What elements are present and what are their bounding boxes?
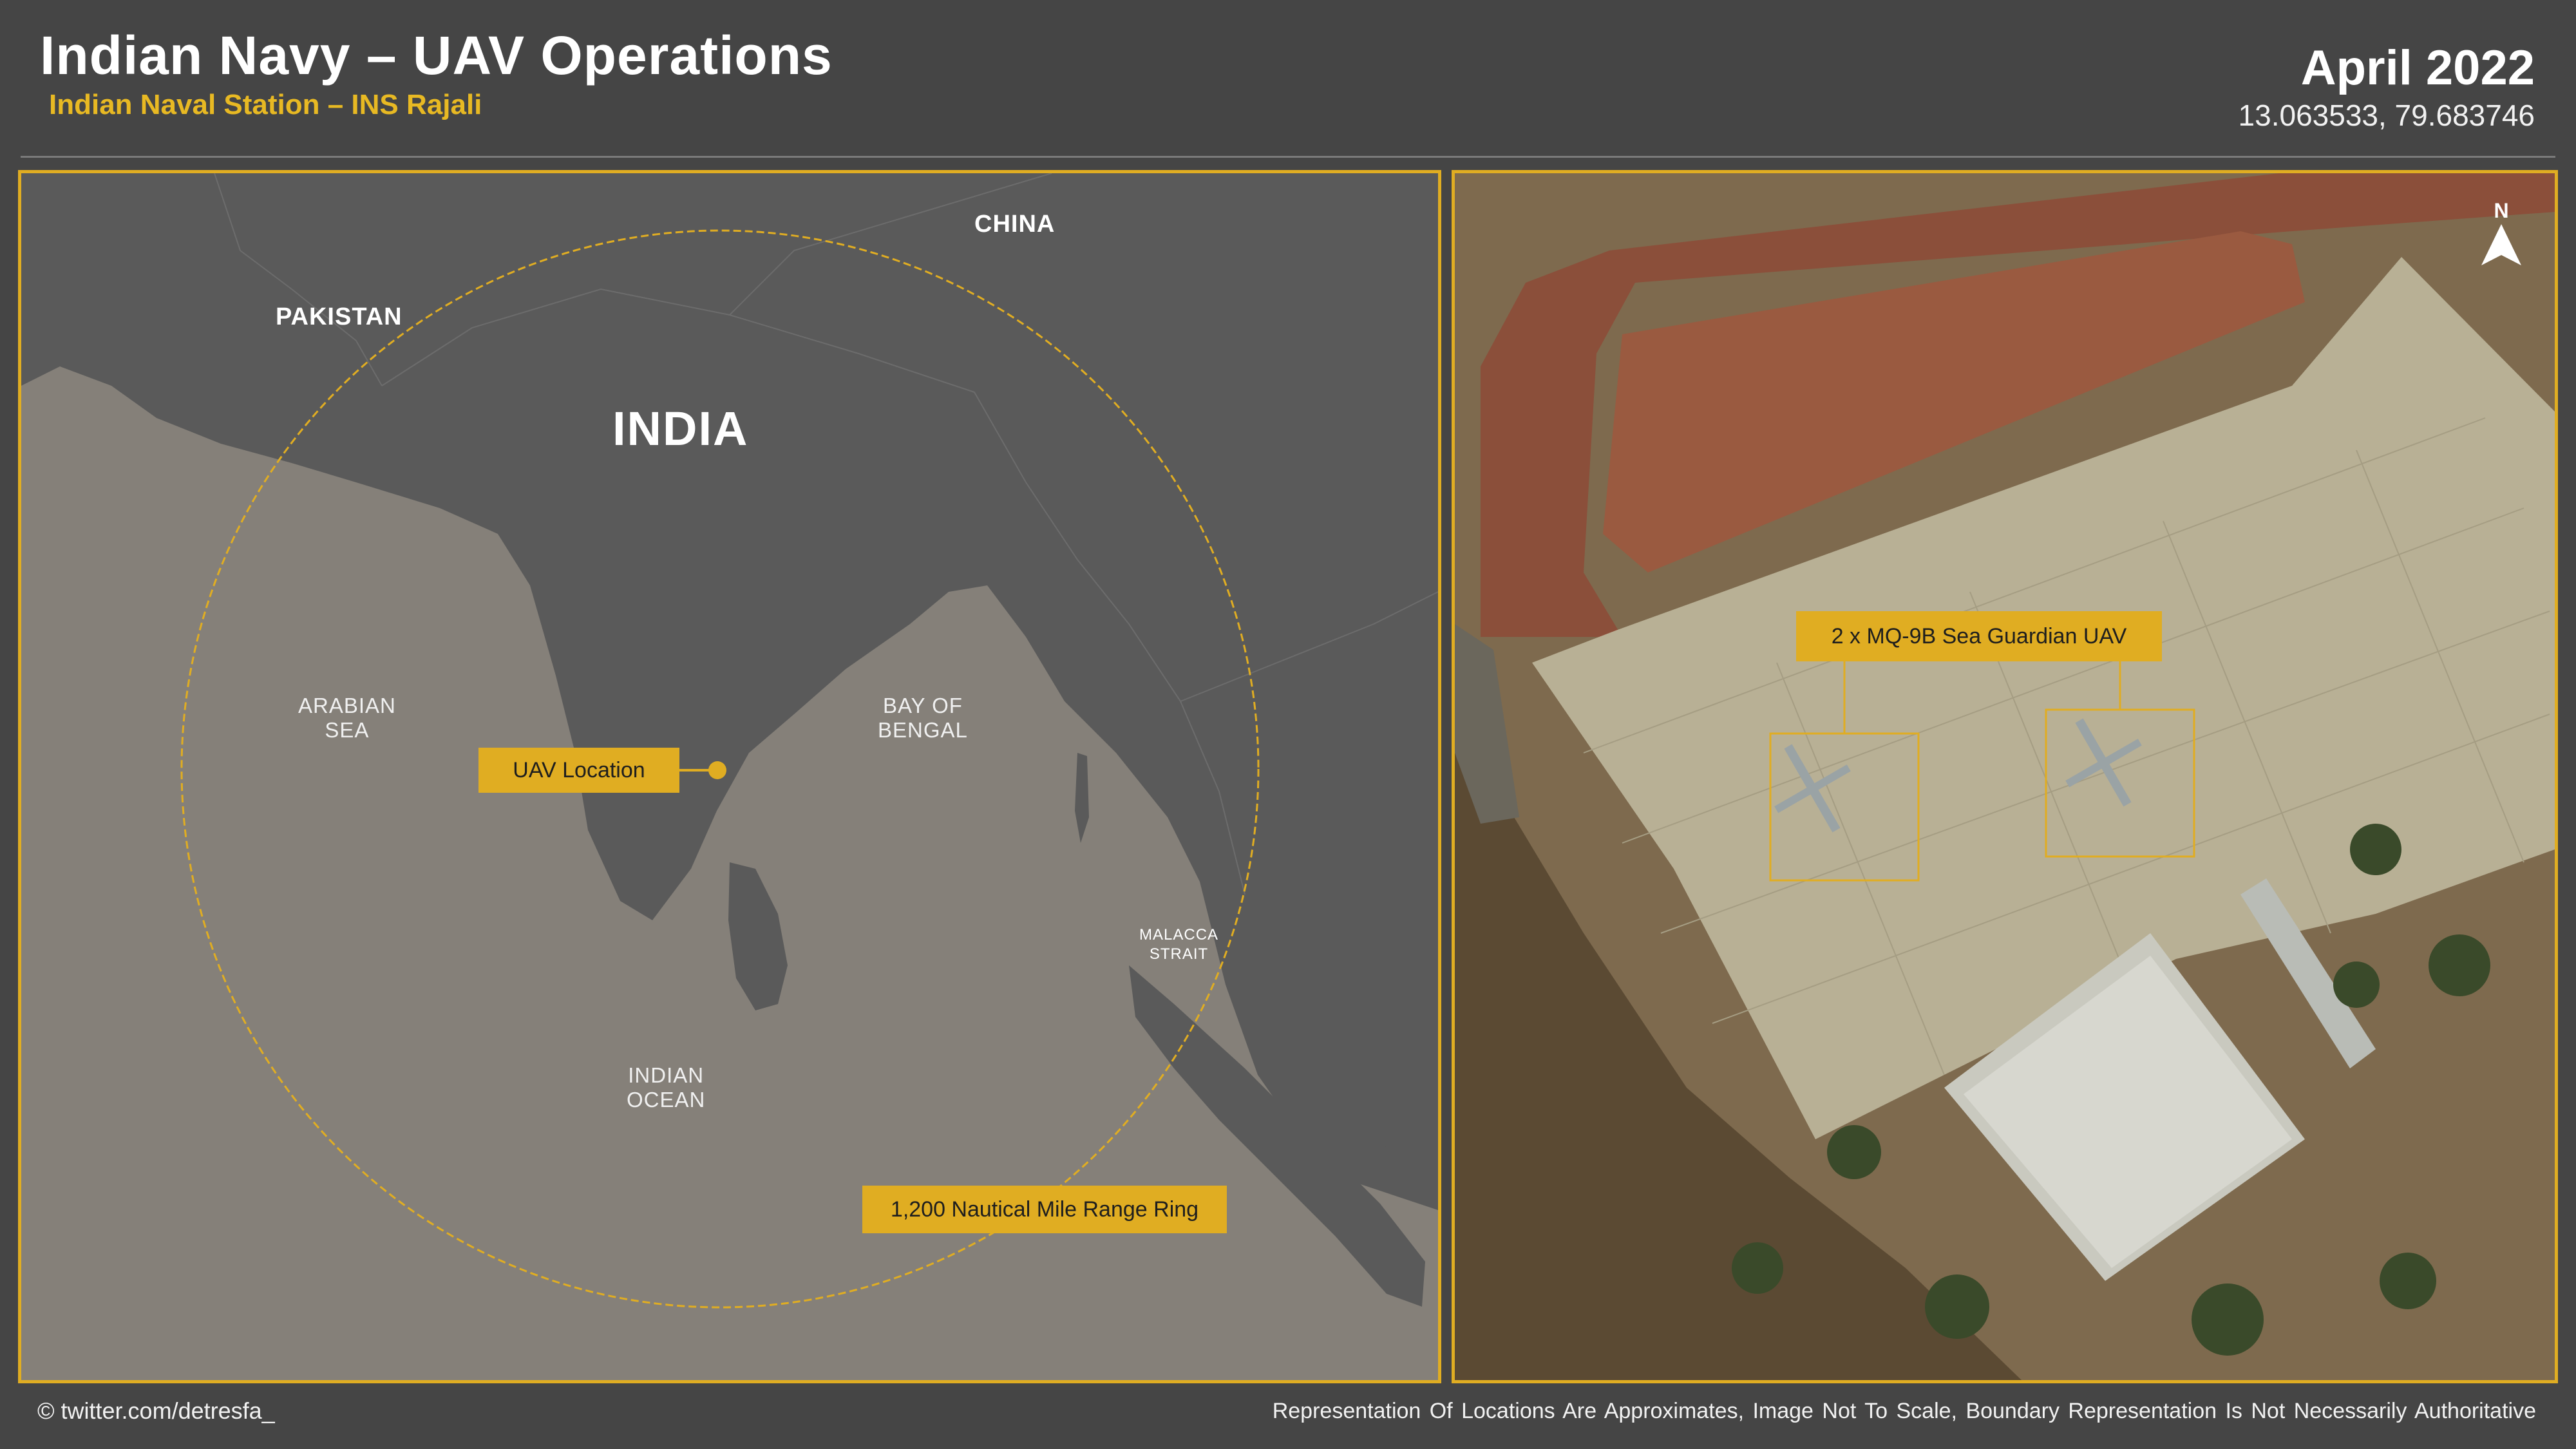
label-malacca-strait: MALACCA STRAIT — [1139, 926, 1219, 963]
satellite-image — [1455, 173, 2555, 1380]
page-subtitle: Indian Naval Station – INS Rajali — [49, 89, 482, 120]
label-bay-of-bengal: BAY OF BENGAL — [878, 694, 968, 742]
disclaimer: Representation Of Locations Are Approxim… — [1272, 1399, 2536, 1423]
satellite-image-panel: 2 x MQ-9B Sea Guardian UAV N — [1452, 170, 2558, 1383]
header-divider — [21, 156, 2555, 158]
uav-location-marker — [708, 761, 726, 779]
image-coordinates: 13.063533, 79.683746 — [2238, 99, 2535, 132]
label-pakistan: PAKISTAN — [276, 303, 402, 330]
north-arrow: N — [2479, 199, 2524, 271]
north-arrow-icon — [2481, 224, 2521, 265]
north-label: N — [2494, 199, 2509, 222]
page-title: Indian Navy – UAV Operations — [40, 25, 833, 86]
regional-map-panel: CHINA PAKISTAN INDIA ARABIAN SEA BAY OF BE… — [18, 170, 1441, 1383]
range-ring-label: 1,200 Nautical Mile Range Ring — [862, 1186, 1227, 1233]
uav-callout-label: 2 x MQ-9B Sea Guardian UAV — [1796, 611, 2162, 661]
label-india: INDIA — [612, 402, 749, 455]
credit: © twitter.com/detresfa_ — [37, 1397, 275, 1424]
label-arabian-sea: ARABIAN SEA — [298, 694, 396, 742]
uav-location-label: UAV Location — [478, 748, 679, 793]
label-indian-ocean: INDIAN OCEAN — [627, 1063, 706, 1112]
image-date: April 2022 — [2300, 41, 2535, 95]
label-china: CHINA — [974, 211, 1056, 238]
